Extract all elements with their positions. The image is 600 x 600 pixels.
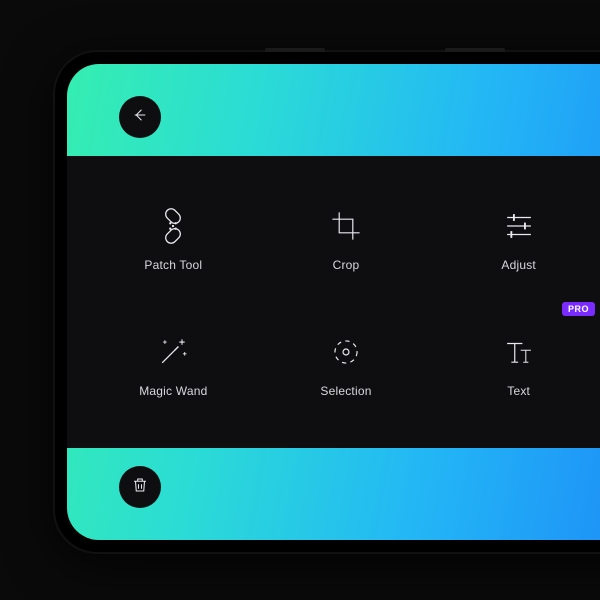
- delete-button[interactable]: [119, 466, 161, 508]
- tool-label: Crop: [333, 258, 360, 272]
- trash-icon: [131, 476, 149, 499]
- tool-adjust[interactable]: Adjust: [436, 182, 600, 296]
- patch-tool-icon: [153, 206, 193, 246]
- tool-label: Magic Wand: [139, 384, 207, 398]
- tool-label: Selection: [320, 384, 371, 398]
- tool-patch[interactable]: Patch Tool: [91, 182, 256, 296]
- back-button[interactable]: [119, 96, 161, 138]
- crop-icon: [326, 206, 366, 246]
- text-icon: [499, 332, 539, 372]
- tool-selection[interactable]: Selection: [264, 308, 429, 422]
- arrow-left-icon: [131, 106, 149, 129]
- magic-wand-icon: [153, 332, 193, 372]
- tools-panel: Patch Tool Crop: [67, 156, 600, 448]
- tool-label: Adjust: [501, 258, 536, 272]
- tool-magic-wand[interactable]: Magic Wand: [91, 308, 256, 422]
- tool-text[interactable]: PRO Text: [436, 308, 600, 422]
- phone-screen: Patch Tool Crop: [67, 64, 600, 540]
- tool-label: Text: [507, 384, 530, 398]
- selection-icon: [326, 332, 366, 372]
- adjust-icon: [499, 206, 539, 246]
- pro-badge: PRO: [562, 302, 595, 316]
- tool-label: Patch Tool: [144, 258, 202, 272]
- tool-crop[interactable]: Crop: [264, 182, 429, 296]
- phone-frame: Patch Tool Crop: [55, 52, 600, 552]
